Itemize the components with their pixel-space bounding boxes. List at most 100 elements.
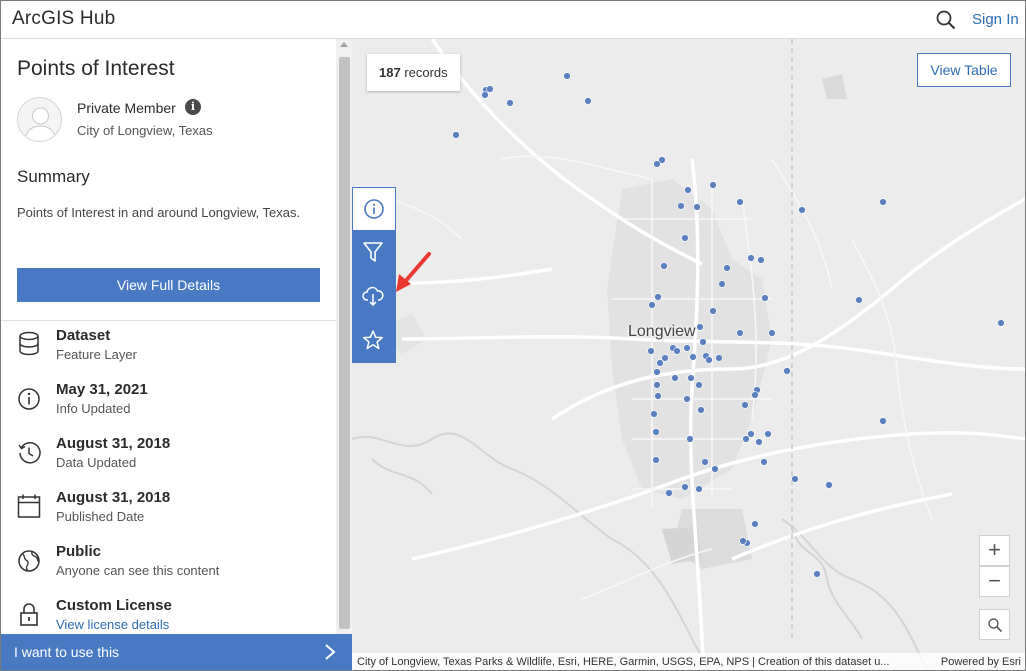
poi-marker[interactable] <box>660 262 668 270</box>
poi-marker[interactable] <box>755 438 763 446</box>
poi-marker[interactable] <box>879 198 887 206</box>
poi-marker[interactable] <box>683 344 691 352</box>
poi-marker[interactable] <box>751 391 759 399</box>
sign-in-link[interactable]: Sign In <box>972 11 1019 28</box>
poi-marker[interactable] <box>647 347 655 355</box>
poi-marker[interactable] <box>751 520 759 528</box>
poi-marker[interactable] <box>757 256 765 264</box>
poi-marker[interactable] <box>709 181 717 189</box>
favorite-tool-button[interactable] <box>352 319 396 363</box>
poi-marker[interactable] <box>584 97 592 105</box>
powered-by-esri[interactable]: Powered by Esri <box>941 656 1021 668</box>
download-tool-button[interactable] <box>352 275 396 319</box>
poi-marker[interactable] <box>736 329 744 337</box>
poi-marker[interactable] <box>699 338 707 346</box>
poi-marker[interactable] <box>686 435 694 443</box>
poi-marker[interactable] <box>650 410 658 418</box>
poi-marker[interactable] <box>683 395 691 403</box>
poi-marker[interactable] <box>696 323 704 331</box>
poi-marker[interactable] <box>813 570 821 578</box>
poi-marker[interactable] <box>736 198 744 206</box>
poi-marker[interactable] <box>709 307 717 315</box>
poi-marker[interactable] <box>791 475 799 483</box>
info-icon[interactable]: i <box>185 99 201 115</box>
poi-marker[interactable] <box>705 356 713 364</box>
poi-marker[interactable] <box>653 381 661 389</box>
poi-marker[interactable] <box>747 430 755 438</box>
divider <box>1 320 336 321</box>
poi-marker[interactable] <box>661 354 669 362</box>
filter-icon <box>363 242 383 262</box>
poi-marker[interactable] <box>761 294 769 302</box>
poi-marker[interactable] <box>653 368 661 376</box>
poi-marker[interactable] <box>687 374 695 382</box>
info-tool-button[interactable] <box>352 187 396 231</box>
meta-subtitle: Published Date <box>56 509 145 524</box>
poi-marker[interactable] <box>783 367 791 375</box>
summary-text: Points of Interest in and around Longvie… <box>17 205 301 220</box>
scroll-up-arrow-icon[interactable] <box>340 42 348 47</box>
poi-marker[interactable] <box>684 186 692 194</box>
poi-marker[interactable] <box>673 347 681 355</box>
poi-marker[interactable] <box>879 417 887 425</box>
poi-marker[interactable] <box>652 456 660 464</box>
meta-subtitle: Feature Layer <box>56 347 137 362</box>
poi-marker[interactable] <box>715 354 723 362</box>
poi-marker[interactable] <box>671 374 679 382</box>
poi-marker[interactable] <box>693 203 701 211</box>
poi-marker[interactable] <box>718 280 726 288</box>
poi-marker[interactable] <box>677 202 685 210</box>
poi-marker[interactable] <box>742 435 750 443</box>
poi-marker[interactable] <box>764 430 772 438</box>
map-view[interactable]: 187 records View Table Longview + − City… <box>352 39 1025 671</box>
poi-marker[interactable] <box>681 483 689 491</box>
poi-marker[interactable] <box>652 428 660 436</box>
poi-marker[interactable] <box>697 406 705 414</box>
map-canvas[interactable] <box>352 39 1025 671</box>
poi-marker[interactable] <box>648 301 656 309</box>
poi-marker[interactable] <box>741 401 749 409</box>
search-icon[interactable] <box>935 9 957 31</box>
poi-marker[interactable] <box>997 319 1005 327</box>
poi-marker[interactable] <box>665 489 673 497</box>
scrollbar-thumb[interactable] <box>339 57 350 629</box>
poi-marker[interactable] <box>768 329 776 337</box>
poi-marker[interactable] <box>695 381 703 389</box>
calendar-icon <box>17 494 41 518</box>
i-want-to-use-this-button[interactable]: I want to use this <box>1 634 352 670</box>
poi-marker[interactable] <box>486 85 494 93</box>
zoom-out-button[interactable]: − <box>979 566 1010 597</box>
poi-marker[interactable] <box>825 481 833 489</box>
poi-marker[interactable] <box>855 296 863 304</box>
meta-title: May 31, 2021 <box>56 381 148 398</box>
meta-title: August 31, 2018 <box>56 489 171 506</box>
poi-marker[interactable] <box>760 458 768 466</box>
view-table-button[interactable]: View Table <box>917 53 1011 87</box>
map-search-button[interactable] <box>979 609 1010 640</box>
poi-marker[interactable] <box>654 293 662 301</box>
attribution-text[interactable]: City of Longview, Texas Parks & Wildlife… <box>357 656 889 668</box>
avatar <box>17 97 62 142</box>
zoom-in-button[interactable]: + <box>979 535 1010 566</box>
poi-marker[interactable] <box>701 458 709 466</box>
poi-marker[interactable] <box>689 353 697 361</box>
poi-marker[interactable] <box>711 465 719 473</box>
owner-name: Private Member <box>77 100 176 116</box>
poi-marker[interactable] <box>681 234 689 242</box>
poi-marker[interactable] <box>656 359 664 367</box>
view-license-link[interactable]: View license details <box>56 617 169 632</box>
poi-marker[interactable] <box>747 254 755 262</box>
poi-marker[interactable] <box>506 99 514 107</box>
poi-marker[interactable] <box>481 91 489 99</box>
poi-marker[interactable] <box>695 485 703 493</box>
poi-marker[interactable] <box>739 537 747 545</box>
view-full-details-button[interactable]: View Full Details <box>17 268 320 302</box>
filter-tool-button[interactable] <box>352 231 396 275</box>
poi-marker[interactable] <box>723 264 731 272</box>
meta-subtitle: Info Updated <box>56 401 131 416</box>
poi-marker[interactable] <box>452 131 460 139</box>
poi-marker[interactable] <box>563 72 571 80</box>
poi-marker[interactable] <box>654 392 662 400</box>
poi-marker[interactable] <box>653 160 661 168</box>
poi-marker[interactable] <box>798 206 806 214</box>
